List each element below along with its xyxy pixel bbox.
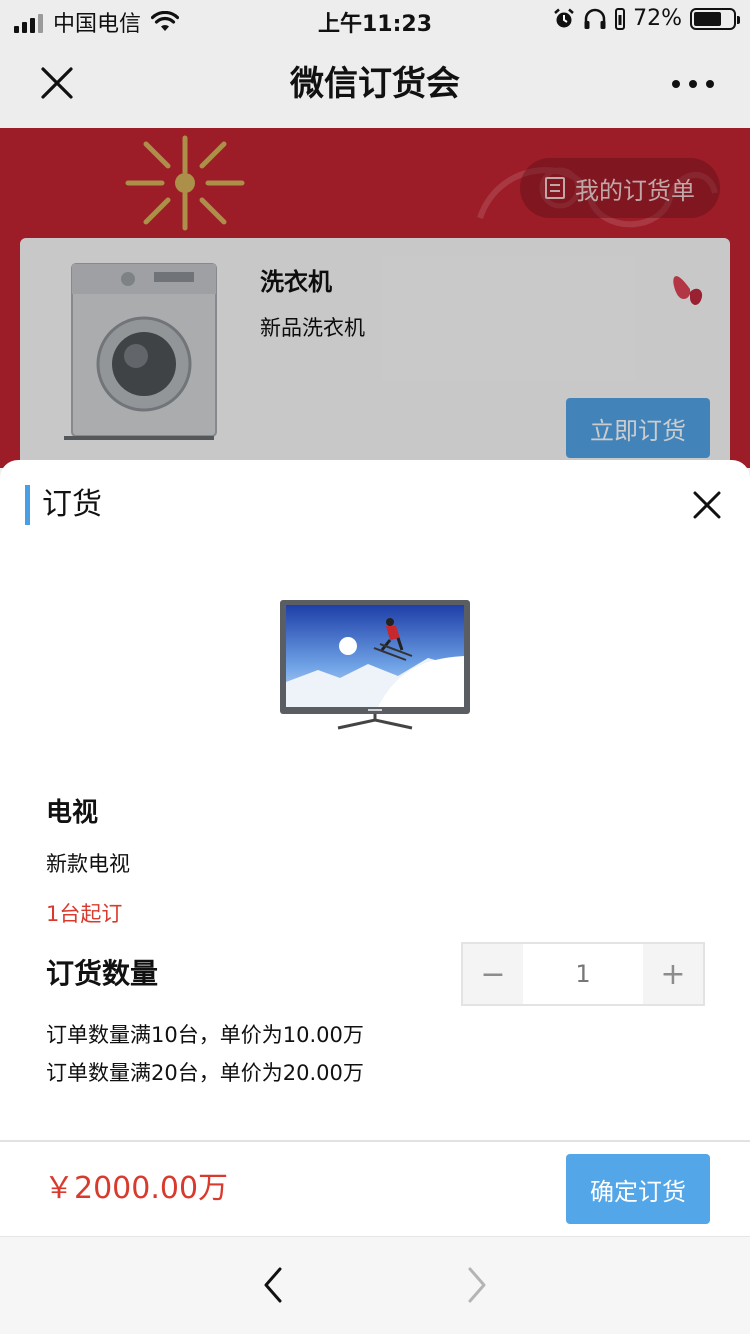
decrease-button[interactable]: −: [463, 944, 523, 1004]
nav-bar: 微信订货会: [0, 40, 750, 128]
product-description: 新款电视: [46, 852, 130, 876]
close-icon[interactable]: [690, 488, 724, 522]
forward-arrow-icon[interactable]: [462, 1265, 492, 1305]
sheet-header: 订货: [0, 482, 750, 528]
back-arrow-icon[interactable]: [258, 1265, 288, 1305]
modal-overlay[interactable]: [0, 128, 750, 468]
battery-percent: 72%: [633, 6, 682, 31]
quantity-value[interactable]: 1: [523, 944, 643, 1004]
alarm-icon: [554, 8, 574, 27]
total-price: ￥2000.00万: [44, 1171, 229, 1206]
title-accent-bar: [25, 485, 30, 525]
minimum-order-note: 1台起订: [46, 902, 123, 926]
browser-toolbar: [0, 1236, 750, 1334]
more-icon[interactable]: [672, 70, 714, 98]
sheet-footer: ￥2000.00万 确定订货: [0, 1140, 750, 1236]
sheet-title: 订货: [42, 487, 102, 522]
price-tier: 订单数量满10台，单价为10.00万: [46, 1023, 364, 1047]
increase-button[interactable]: +: [643, 944, 703, 1004]
quantity-label: 订货数量: [46, 957, 159, 990]
page-title: 微信订货会: [290, 64, 460, 104]
confirm-order-button[interactable]: 确定订货: [566, 1154, 710, 1224]
headphones-icon: [584, 8, 606, 29]
orientation-lock-icon: [615, 7, 626, 30]
status-right: 72%: [553, 6, 740, 31]
price-tiers: 订单数量满10台，单价为10.00万 订单数量满20台，单价为20.00万: [46, 1016, 364, 1092]
tv-product-image: [280, 600, 470, 730]
status-bar: 中国电信 上午11:23 72%: [0, 0, 750, 40]
order-sheet: 订货 电视 新款电视 1台起订 订货数量 − 1 + 订单数量满10台，单价为1…: [0, 460, 750, 1236]
quantity-stepper: − 1 +: [461, 942, 705, 1006]
price-tier: 订单数量满20台，单价为20.00万: [46, 1061, 364, 1085]
battery-icon: [690, 7, 740, 30]
product-name: 电视: [46, 798, 99, 828]
